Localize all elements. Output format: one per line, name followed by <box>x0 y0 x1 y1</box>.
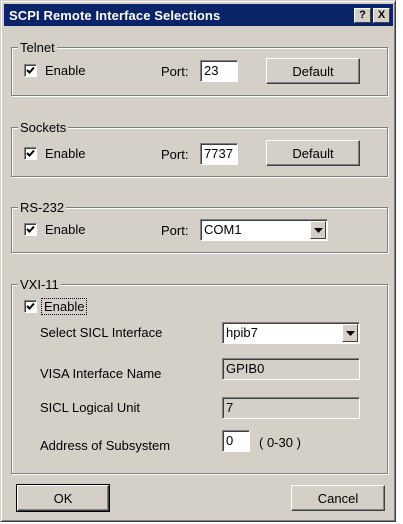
close-button[interactable]: X <box>373 7 390 23</box>
title-bar[interactable]: SCPI Remote Interface Selections ? X <box>4 4 393 26</box>
telnet-port-label: Port: <box>161 64 189 79</box>
vxi11-group-label: VXI-11 <box>18 277 61 292</box>
rs232-port-value: COM1 <box>204 222 242 237</box>
checkmark-icon <box>26 149 35 157</box>
visa-name-field: GPIB0 <box>222 358 360 380</box>
sockets-enable-checkbox[interactable]: Enable <box>24 146 85 161</box>
telnet-enable-checkbox[interactable]: Enable <box>24 63 85 78</box>
checkmark-icon <box>26 302 35 310</box>
telnet-port-input[interactable]: 23 <box>200 60 238 82</box>
help-button[interactable]: ? <box>354 7 371 23</box>
dialog-window: SCPI Remote Interface Selections ? X Tel… <box>0 0 396 522</box>
telnet-enable-label: Enable <box>45 63 86 78</box>
telnet-group: Telnet Enable Port: 23 Default <box>11 40 388 96</box>
telnet-group-label: Telnet <box>18 40 57 55</box>
rs232-dropdown-button[interactable] <box>310 221 326 239</box>
chevron-down-icon <box>345 330 355 336</box>
vxi11-enable-check[interactable] <box>24 300 37 313</box>
cancel-button[interactable]: Cancel <box>291 485 385 511</box>
sockets-enable-label: Enable <box>45 146 86 161</box>
sicl-interface-value: hpib7 <box>226 325 258 340</box>
logical-unit-field: 7 <box>222 397 360 419</box>
chevron-down-icon <box>313 227 323 233</box>
address-input[interactable]: 0 <box>222 430 250 452</box>
rs232-enable-label: Enable <box>45 222 86 237</box>
vxi11-enable-label: Enable <box>41 298 88 315</box>
telnet-default-button[interactable]: Default <box>266 58 360 84</box>
address-label: Address of Subsystem <box>40 438 171 453</box>
logical-unit-label: SICL Logical Unit <box>40 400 140 415</box>
sockets-group: Sockets Enable Port: 7737 Default <box>11 120 388 177</box>
checkmark-icon <box>26 225 35 233</box>
telnet-enable-check[interactable] <box>24 64 37 77</box>
sockets-port-label: Port: <box>161 147 189 162</box>
rs232-port-label: Port: <box>161 223 189 238</box>
rs232-port-select[interactable]: COM1 <box>200 219 328 241</box>
sockets-port-input[interactable]: 7737 <box>200 143 238 165</box>
ok-button[interactable]: OK <box>16 484 110 512</box>
sicl-interface-dropdown-button[interactable] <box>342 324 358 342</box>
address-range-hint: ( 0-30 ) <box>259 435 301 450</box>
rs232-enable-check[interactable] <box>24 223 37 236</box>
sicl-interface-label: Select SICL Interface <box>40 325 163 340</box>
help-icon: ? <box>359 8 366 21</box>
vxi11-enable-checkbox[interactable]: Enable <box>24 298 88 315</box>
sockets-group-label: Sockets <box>18 120 69 135</box>
checkmark-icon <box>26 66 35 74</box>
visa-name-label: VISA Interface Name <box>40 366 162 381</box>
sockets-enable-check[interactable] <box>24 147 37 160</box>
window-title: SCPI Remote Interface Selections <box>9 7 221 23</box>
rs232-group: RS-232 Enable Port: COM1 <box>11 200 388 253</box>
rs232-enable-checkbox[interactable]: Enable <box>24 222 85 237</box>
sicl-interface-select[interactable]: hpib7 <box>222 322 360 344</box>
sockets-default-button[interactable]: Default <box>266 140 360 166</box>
rs232-group-label: RS-232 <box>18 200 67 215</box>
vxi11-group: VXI-11 Enable Select SICL Interface hpib… <box>11 277 388 474</box>
close-icon: X <box>377 8 386 21</box>
